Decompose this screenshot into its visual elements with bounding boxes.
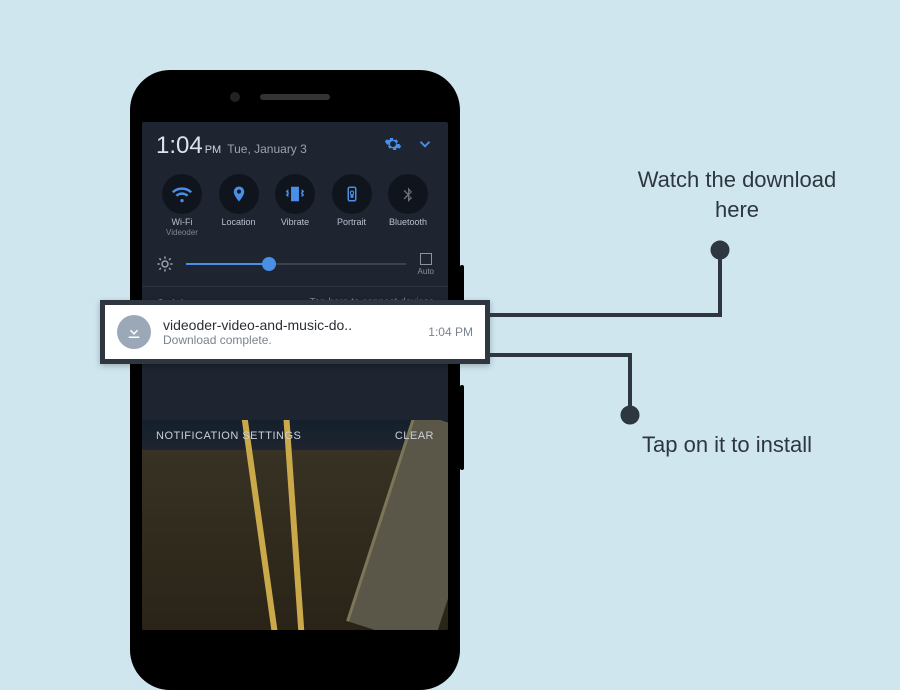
clock-ampm: PM — [205, 144, 222, 156]
gear-icon[interactable] — [384, 135, 402, 153]
toggle-sublabel: Videoder — [166, 228, 198, 237]
auto-brightness-checkbox[interactable]: Auto — [418, 253, 434, 276]
download-notification[interactable]: videoder-video-and-music-do.. Download c… — [100, 300, 490, 364]
clock-date: Tue, January 3 — [227, 142, 307, 156]
callout-watch-download: Watch the download here — [622, 165, 852, 224]
auto-label: Auto — [418, 267, 434, 276]
toggle-portrait[interactable]: Portrait — [326, 174, 378, 237]
notification-settings-button[interactable]: NOTIFICATION SETTINGS — [156, 430, 301, 442]
notification-title: videoder-video-and-music-do.. — [163, 317, 416, 333]
notification-subtitle: Download complete. — [163, 333, 416, 347]
phone-frame: 1:04 PM Tue, January 3 Wi-Fi Videoder Lo… — [130, 70, 460, 690]
download-icon — [117, 315, 151, 349]
clock-time: 1:04 — [156, 132, 203, 160]
toggle-label: Portrait — [337, 218, 366, 228]
toggle-label: Location — [221, 218, 255, 228]
quick-toggles: Wi-Fi Videoder Location Vibrate Portrait… — [142, 166, 448, 239]
wifi-icon — [172, 184, 192, 204]
status-bar: 1:04 PM Tue, January 3 — [142, 122, 448, 166]
bluetooth-icon — [400, 186, 416, 202]
front-camera — [230, 92, 240, 102]
toggle-bluetooth[interactable]: Bluetooth — [382, 174, 434, 237]
phone-screen: 1:04 PM Tue, January 3 Wi-Fi Videoder Lo… — [142, 122, 448, 630]
connector-1 — [490, 240, 740, 330]
clear-button[interactable]: CLEAR — [395, 430, 434, 442]
location-icon — [230, 185, 248, 203]
brightness-slider[interactable] — [186, 263, 406, 265]
brightness-row: Auto — [142, 239, 448, 286]
connector-2 — [490, 345, 660, 435]
toggle-label: Bluetooth — [389, 218, 427, 228]
toggle-wifi[interactable]: Wi-Fi Videoder — [156, 174, 208, 237]
portrait-lock-icon — [343, 185, 361, 203]
toggle-location[interactable]: Location — [213, 174, 265, 237]
chevron-down-icon[interactable] — [416, 135, 434, 153]
toggle-vibrate[interactable]: Vibrate — [269, 174, 321, 237]
notification-footer: NOTIFICATION SETTINGS CLEAR — [142, 424, 448, 448]
brightness-icon — [156, 255, 174, 273]
toggle-label: Vibrate — [281, 218, 309, 228]
notification-time: 1:04 PM — [428, 325, 473, 339]
volume-rocker — [460, 385, 464, 470]
wallpaper — [142, 420, 448, 630]
vibrate-icon — [285, 184, 305, 204]
toggle-label: Wi-Fi — [172, 218, 193, 228]
